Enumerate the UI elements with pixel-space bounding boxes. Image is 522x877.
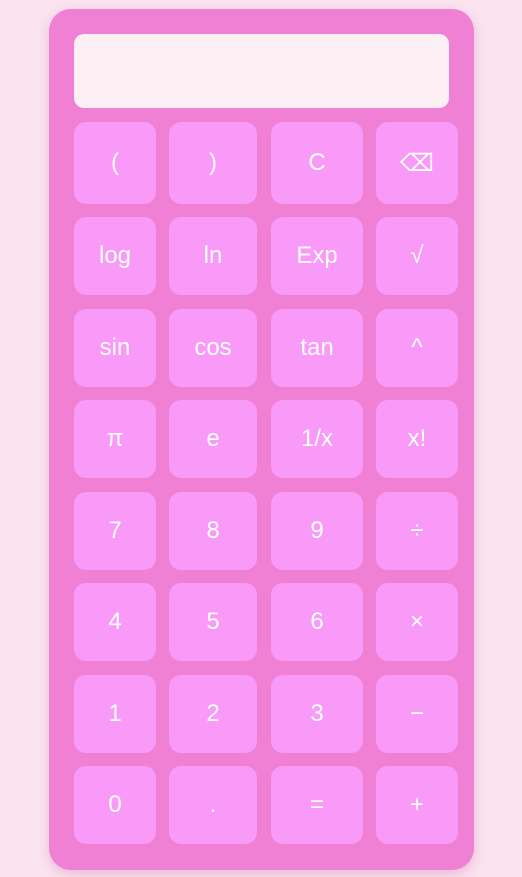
divide-button[interactable]: ÷	[376, 492, 458, 570]
calculator-display	[74, 34, 449, 108]
sqrt-button[interactable]: √	[376, 217, 458, 295]
log-button[interactable]: log	[74, 217, 156, 295]
digit-6-button[interactable]: 6	[271, 583, 363, 661]
digit-9-button[interactable]: 9	[271, 492, 363, 570]
digit-8-button[interactable]: 8	[169, 492, 257, 570]
cos-button[interactable]: cos	[169, 309, 257, 387]
digit-2-button[interactable]: 2	[169, 675, 257, 753]
factorial-button[interactable]: x!	[376, 400, 458, 478]
calculator: ( ) C ⌫ log ln Exp √ sin cos tan ^ π e 1…	[49, 9, 474, 870]
digit-5-button[interactable]: 5	[169, 583, 257, 661]
pi-button[interactable]: π	[74, 400, 156, 478]
close-paren-button[interactable]: )	[169, 122, 257, 204]
e-button[interactable]: e	[169, 400, 257, 478]
digit-0-button[interactable]: 0	[74, 766, 156, 844]
digit-4-button[interactable]: 4	[74, 583, 156, 661]
power-button[interactable]: ^	[376, 309, 458, 387]
decimal-button[interactable]: .	[169, 766, 257, 844]
sin-button[interactable]: sin	[74, 309, 156, 387]
tan-button[interactable]: tan	[271, 309, 363, 387]
clear-button[interactable]: C	[271, 122, 363, 204]
ln-button[interactable]: ln	[169, 217, 257, 295]
equals-button[interactable]: =	[271, 766, 363, 844]
open-paren-button[interactable]: (	[74, 122, 156, 204]
multiply-button[interactable]: ×	[376, 583, 458, 661]
exp-button[interactable]: Exp	[271, 217, 363, 295]
backspace-button[interactable]: ⌫	[376, 122, 458, 204]
digit-7-button[interactable]: 7	[74, 492, 156, 570]
digit-3-button[interactable]: 3	[271, 675, 363, 753]
digit-1-button[interactable]: 1	[74, 675, 156, 753]
add-button[interactable]: +	[376, 766, 458, 844]
reciprocal-button[interactable]: 1/x	[271, 400, 363, 478]
subtract-button[interactable]: −	[376, 675, 458, 753]
